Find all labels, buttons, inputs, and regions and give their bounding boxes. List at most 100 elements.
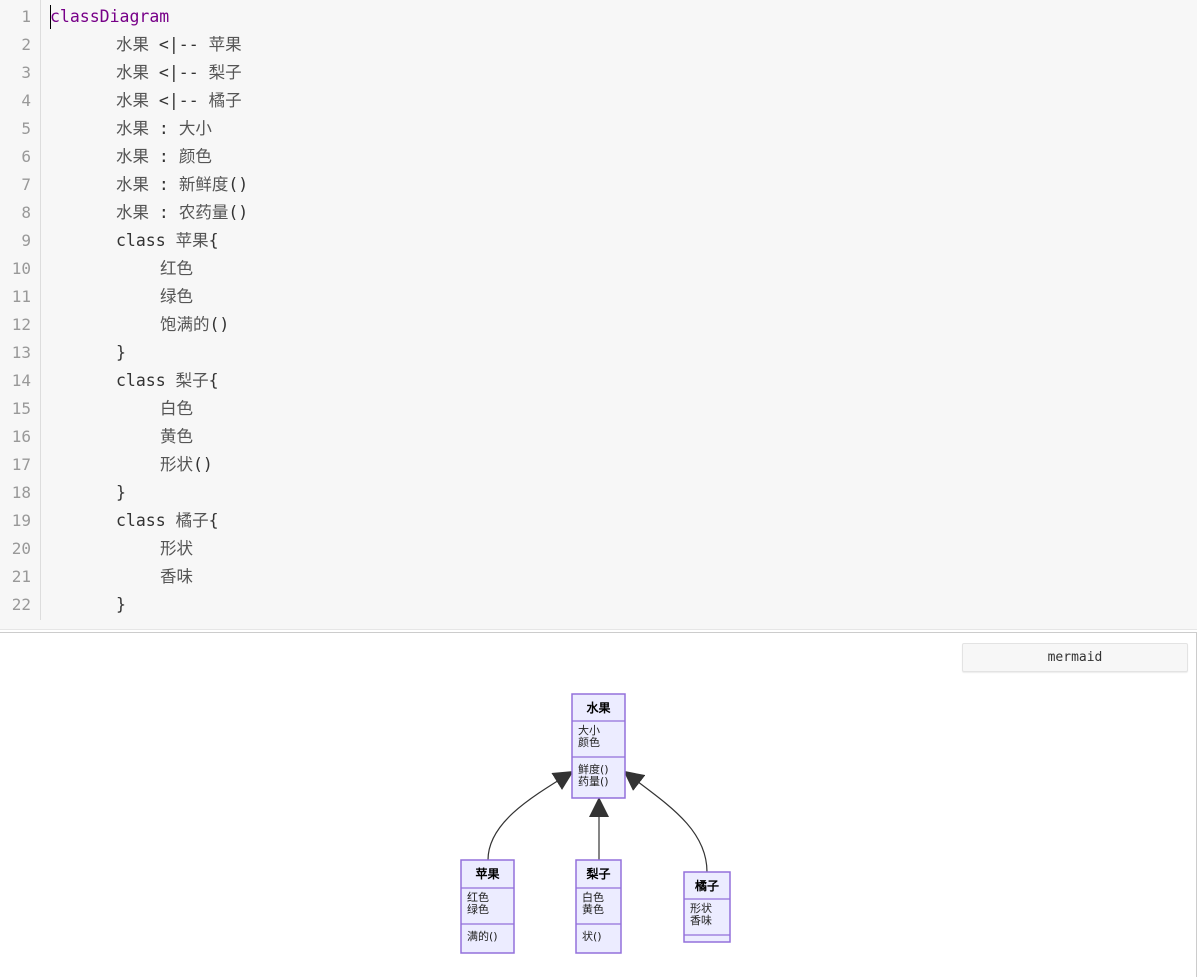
code-line[interactable]: 3 水果 <|-- 梨子 bbox=[0, 59, 1197, 87]
code-token: 新鲜度 bbox=[178, 175, 229, 194]
code-token: 梨子 bbox=[175, 371, 209, 390]
code-token: 水果 bbox=[116, 35, 149, 54]
code-text: 水果 <|-- 橘子 bbox=[116, 87, 242, 115]
class-attribute: 颜色 bbox=[578, 735, 600, 749]
code-text: 红色 bbox=[160, 255, 193, 283]
code-line[interactable]: 16 黄色 bbox=[0, 423, 1197, 451]
code-line[interactable]: 5 水果 : 大小 bbox=[0, 115, 1197, 143]
code-token: () bbox=[228, 203, 249, 222]
line-number: 19 bbox=[11, 511, 31, 530]
code-line[interactable]: 18} bbox=[0, 479, 1197, 507]
code-token: 大小 bbox=[178, 119, 212, 138]
line-number: 5 bbox=[21, 119, 31, 138]
code-token: { bbox=[208, 371, 219, 390]
code-token: () bbox=[228, 175, 249, 194]
code-text: class 梨子{ bbox=[116, 367, 219, 395]
line-number: 3 bbox=[21, 63, 31, 82]
code-token: 颜色 bbox=[178, 147, 212, 166]
code-token: 形状 bbox=[160, 455, 193, 474]
code-text: 水果 : 新鲜度() bbox=[116, 171, 248, 199]
line-number: 14 bbox=[11, 371, 31, 390]
class-attribute: 形状 bbox=[690, 901, 712, 915]
code-line[interactable]: 9 class 苹果{ bbox=[0, 227, 1197, 255]
code-line[interactable]: 14 class 梨子{ bbox=[0, 367, 1197, 395]
class-pear: 梨子白色黄色状() bbox=[575, 859, 622, 954]
line-number: 22 bbox=[11, 595, 31, 614]
code-token: () bbox=[193, 455, 213, 474]
code-token: 苹果 bbox=[175, 231, 209, 250]
code-token: 红色 bbox=[160, 259, 193, 278]
code-token: classDiagram bbox=[50, 7, 170, 26]
code-line[interactable]: 1 classDiagram bbox=[0, 3, 1197, 31]
code-line[interactable]: 6 水果 : 颜色 bbox=[0, 143, 1197, 171]
code-line[interactable]: 22} bbox=[0, 591, 1197, 619]
text-cursor bbox=[50, 5, 51, 29]
code-line[interactable]: 12 饱满的() bbox=[0, 311, 1197, 339]
code-text: } bbox=[116, 479, 126, 507]
inheritance-edge-apple bbox=[487, 770, 574, 861]
code-token: 形状 bbox=[160, 539, 193, 558]
code-text: 黄色 bbox=[160, 423, 193, 451]
code-line[interactable]: 13} bbox=[0, 339, 1197, 367]
code-token: } bbox=[116, 483, 126, 502]
code-token: 水果 bbox=[116, 203, 149, 222]
code-editor[interactable]: 1 classDiagram 2 水果 <|-- 苹果 3 水果 <|-- 梨子 4 水果 <… bbox=[0, 0, 1197, 630]
code-text: 水果 : 农药量() bbox=[116, 199, 248, 227]
code-line[interactable]: 4 水果 <|-- 橘子 bbox=[0, 87, 1197, 115]
code-token: 农药量 bbox=[178, 203, 229, 222]
code-token: 绿色 bbox=[160, 287, 193, 306]
code-token: <|-- bbox=[149, 35, 209, 54]
line-number: 13 bbox=[11, 343, 31, 362]
code-line[interactable]: 11 绿色 bbox=[0, 283, 1197, 311]
diagram-preview: mermaid 水果 大小 颜色 鲜度() 药量() 苹果 红色 绿色 满的() 梨子 白色 黄色 状(… bbox=[0, 632, 1197, 977]
code-text: 形状() bbox=[160, 451, 213, 479]
code-line[interactable]: 19 class 橘子{ bbox=[0, 507, 1197, 535]
class-attribute: 红色 bbox=[467, 890, 489, 904]
code-token: : bbox=[149, 203, 179, 222]
code-line[interactable]: 8 水果 : 农药量() bbox=[0, 199, 1197, 227]
line-number: 20 bbox=[11, 539, 31, 558]
code-token: 饱满的 bbox=[160, 315, 210, 334]
code-token: 水果 bbox=[116, 119, 149, 138]
class-apple: 苹果红色绿色满的() bbox=[460, 859, 515, 954]
line-number: 11 bbox=[11, 287, 31, 306]
code-line[interactable]: 10 红色 bbox=[0, 255, 1197, 283]
code-line[interactable]: 7 水果 : 新鲜度() bbox=[0, 171, 1197, 199]
line-number: 7 bbox=[21, 175, 31, 194]
class-attribute: 绿色 bbox=[467, 902, 489, 916]
line-number: 12 bbox=[11, 315, 31, 334]
code-text: } bbox=[116, 591, 126, 619]
code-token: 水果 bbox=[116, 147, 149, 166]
code-token: class bbox=[116, 511, 176, 530]
class-diagram: 水果大小颜色鲜度()药量() 苹果红色绿色满的() 梨子白色黄色状() 橘子形状香味 bbox=[460, 693, 731, 954]
code-text: class 橘子{ bbox=[116, 507, 219, 535]
code-text: } bbox=[116, 339, 126, 367]
class-attribute: 大小 bbox=[578, 723, 600, 737]
class-name: 梨子 bbox=[585, 866, 610, 881]
class-method: 满的() bbox=[467, 929, 498, 943]
line-number: 16 bbox=[11, 427, 31, 446]
code-text: 形状 bbox=[160, 535, 193, 563]
line-number: 4 bbox=[21, 91, 31, 110]
code-token: 水果 bbox=[116, 175, 149, 194]
line-number: 17 bbox=[11, 455, 31, 474]
code-line[interactable]: 17 形状() bbox=[0, 451, 1197, 479]
code-token: <|-- bbox=[149, 91, 209, 110]
code-token: 白色 bbox=[160, 399, 193, 418]
class-name: 水果 bbox=[586, 700, 610, 715]
class-method: 药量() bbox=[578, 775, 609, 788]
code-line[interactable]: 2 水果 <|-- 苹果 bbox=[0, 31, 1197, 59]
code-line[interactable]: 21 香味 bbox=[0, 563, 1197, 591]
code-token: 水果 bbox=[116, 91, 149, 110]
class-attribute: 黄色 bbox=[582, 902, 604, 916]
code-text: classDiagram bbox=[50, 3, 169, 31]
line-number: 9 bbox=[21, 231, 31, 250]
class-attribute: 白色 bbox=[582, 890, 604, 904]
code-token: { bbox=[208, 231, 219, 250]
code-line[interactable]: 15 白色 bbox=[0, 395, 1197, 423]
code-token: } bbox=[116, 343, 126, 362]
code-token: 梨子 bbox=[208, 63, 242, 82]
code-text: class 苹果{ bbox=[116, 227, 219, 255]
code-token: () bbox=[209, 315, 230, 334]
code-line[interactable]: 20 形状 bbox=[0, 535, 1197, 563]
